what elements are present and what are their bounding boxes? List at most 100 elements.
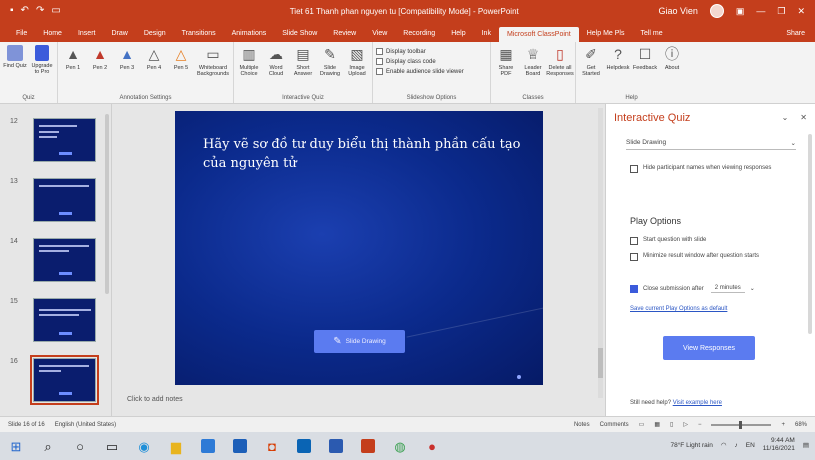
tab-file[interactable]: File bbox=[8, 30, 35, 42]
notes-button[interactable]: Notes bbox=[574, 422, 590, 428]
footer-link[interactable]: Visit example here bbox=[673, 400, 722, 406]
tab-ink[interactable]: Ink bbox=[474, 30, 499, 42]
tab-tell-me[interactable]: Tell me bbox=[632, 30, 670, 42]
checkbox[interactable] bbox=[376, 58, 383, 65]
pen-2-button[interactable]: ▲ Pen 2 bbox=[88, 45, 112, 91]
tab-transitions[interactable]: Transitions bbox=[174, 30, 224, 42]
pen-1-button[interactable]: ▲ Pen 1 bbox=[61, 45, 85, 91]
search-icon[interactable]: ⌕ bbox=[38, 436, 58, 456]
restore-button[interactable]: ❐ bbox=[777, 6, 785, 17]
tab-home[interactable]: Home bbox=[35, 30, 70, 42]
comments-button[interactable]: Comments bbox=[600, 422, 629, 428]
windows-start-icon[interactable]: ⊞ bbox=[6, 436, 26, 456]
quiz-type-dropdown[interactable]: Slide Drawing ⌄ bbox=[626, 136, 796, 150]
tab-draw[interactable]: Draw bbox=[103, 30, 135, 42]
slide-question-text[interactable]: Hãy vẽ sơ đồ tư duy biểu thị thành phần … bbox=[203, 135, 523, 173]
minimize-button[interactable]: — bbox=[756, 6, 765, 16]
redo-icon[interactable]: ↷ bbox=[36, 6, 44, 16]
find-quiz-button[interactable]: Find Quiz bbox=[3, 45, 27, 91]
minimize-window-option[interactable]: Minimize result window after question st… bbox=[630, 252, 790, 261]
slide-sorter-icon[interactable]: ▦ bbox=[654, 421, 660, 428]
store-icon[interactable] bbox=[198, 436, 218, 456]
audience-viewer-option[interactable]: Enable audience slide viewer bbox=[376, 68, 464, 75]
thumbnail-item[interactable]: 14 bbox=[0, 236, 112, 296]
cortana-icon[interactable]: ○ bbox=[70, 436, 90, 456]
network-icon[interactable]: ◠ bbox=[721, 441, 727, 449]
word-icon[interactable] bbox=[326, 436, 346, 456]
word-cloud-button[interactable]: ☁ Word Cloud bbox=[264, 45, 288, 91]
tab-help-me[interactable]: Help Me Pls bbox=[579, 30, 633, 42]
tab-classpoint[interactable]: Microsoft ClassPoint bbox=[498, 27, 579, 42]
checkbox-checked[interactable] bbox=[630, 285, 638, 293]
save-icon[interactable]: ▪ bbox=[10, 6, 14, 16]
avatar[interactable] bbox=[709, 4, 724, 18]
thumbnail-item[interactable]: 16 bbox=[0, 355, 112, 416]
save-default-link[interactable]: Save current Play Options as default bbox=[630, 306, 727, 312]
outlook-icon[interactable] bbox=[294, 436, 314, 456]
zoom-out-icon[interactable]: − bbox=[698, 422, 702, 428]
checkbox[interactable] bbox=[630, 237, 638, 245]
multiple-choice-button[interactable]: ▥ Multiple Choice bbox=[237, 45, 261, 91]
tab-slide-show[interactable]: Slide Show bbox=[274, 30, 325, 42]
close-submission-duration[interactable]: 2 minutes bbox=[710, 284, 745, 293]
tab-view[interactable]: View bbox=[364, 30, 395, 42]
weather-widget[interactable]: 78°F Light rain bbox=[670, 442, 712, 449]
office-icon[interactable]: ◘ bbox=[262, 436, 282, 456]
current-slide[interactable]: Hãy vẽ sơ đồ tư duy biểu thị thành phần … bbox=[175, 111, 543, 385]
close-submission-option[interactable]: Close submission after 2 minutes ⌄ bbox=[630, 284, 790, 293]
upgrade-button[interactable]: Upgrade to Pro bbox=[30, 45, 54, 91]
scrollbar-thumb[interactable] bbox=[598, 348, 603, 378]
thumbnail-scrollbar[interactable] bbox=[105, 114, 109, 294]
notes-placeholder[interactable]: Click to add notes bbox=[127, 396, 183, 403]
thumbnail-slide[interactable] bbox=[33, 238, 96, 282]
chevron-down-icon[interactable]: ⌄ bbox=[782, 113, 789, 122]
zoom-slider-knob[interactable] bbox=[739, 420, 743, 429]
close-button[interactable]: ✕ bbox=[797, 6, 805, 17]
pen-5-button[interactable]: △ Pen 5 bbox=[169, 45, 193, 91]
thumbnail-item[interactable]: 15 bbox=[0, 296, 112, 356]
app-icon[interactable]: ● bbox=[422, 436, 442, 456]
ribbon-display-icon[interactable]: ▣ bbox=[736, 6, 745, 17]
slide-scrollbar[interactable] bbox=[598, 108, 603, 398]
edge-icon[interactable]: ◉ bbox=[134, 436, 154, 456]
thumbnail-item[interactable]: 12 bbox=[0, 116, 112, 176]
thumbnail-slide[interactable] bbox=[33, 118, 96, 162]
pen-4-button[interactable]: △ Pen 4 bbox=[142, 45, 166, 91]
helpdesk-button[interactable]: ? Helpdesk bbox=[606, 45, 630, 91]
tab-insert[interactable]: Insert bbox=[70, 30, 104, 42]
delete-responses-button[interactable]: ▯ Delete all Responses bbox=[546, 45, 574, 91]
clock[interactable]: 9:44 AM 11/16/2021 bbox=[763, 437, 795, 453]
undo-icon[interactable]: ↶ bbox=[21, 6, 29, 16]
thumbnail-slide-selected[interactable] bbox=[30, 355, 99, 405]
slide-drawing-button[interactable]: ✎ Slide Drawing bbox=[318, 45, 342, 91]
tab-recording[interactable]: Recording bbox=[395, 30, 443, 42]
language-icon[interactable]: EN bbox=[746, 442, 755, 449]
zoom-slider[interactable] bbox=[711, 420, 772, 429]
checkbox[interactable] bbox=[376, 68, 383, 75]
chevron-down-icon[interactable]: ⌄ bbox=[750, 285, 755, 293]
share-pdf-button[interactable]: ▦ Share PDF bbox=[494, 45, 518, 91]
pen-3-button[interactable]: ▲ Pen 3 bbox=[115, 45, 139, 91]
tab-animations[interactable]: Animations bbox=[224, 30, 275, 42]
powerpoint-icon[interactable] bbox=[358, 436, 378, 456]
leader-board-button[interactable]: ♕ Leader Board bbox=[521, 45, 545, 91]
short-answer-button[interactable]: ▤ Short Answer bbox=[291, 45, 315, 91]
user-name[interactable]: Giao Vien bbox=[658, 6, 697, 16]
file-explorer-icon[interactable]: ▆ bbox=[166, 436, 186, 456]
reading-view-icon[interactable]: ▯ bbox=[670, 421, 673, 428]
tab-design[interactable]: Design bbox=[136, 30, 174, 42]
checkbox[interactable] bbox=[376, 48, 383, 55]
slide-drawing-quiz-button[interactable]: ✎ Slide Drawing bbox=[314, 330, 405, 353]
checkbox[interactable] bbox=[630, 165, 638, 173]
start-with-slide-option[interactable]: Start question with slide bbox=[630, 236, 790, 245]
tab-review[interactable]: Review bbox=[325, 30, 364, 42]
tab-help[interactable]: Help bbox=[443, 30, 473, 42]
image-upload-button[interactable]: ▧ Image Upload bbox=[345, 45, 369, 91]
chrome-icon[interactable]: ◍ bbox=[390, 436, 410, 456]
notification-icon[interactable]: ▤ bbox=[803, 441, 809, 449]
normal-view-icon[interactable]: ▭ bbox=[639, 421, 645, 428]
pane-scrollbar[interactable] bbox=[808, 134, 812, 334]
feedback-button[interactable]: ☐ Feedback bbox=[633, 45, 657, 91]
share-button[interactable]: Share bbox=[776, 30, 815, 42]
thumbnail-slide[interactable] bbox=[33, 298, 96, 342]
